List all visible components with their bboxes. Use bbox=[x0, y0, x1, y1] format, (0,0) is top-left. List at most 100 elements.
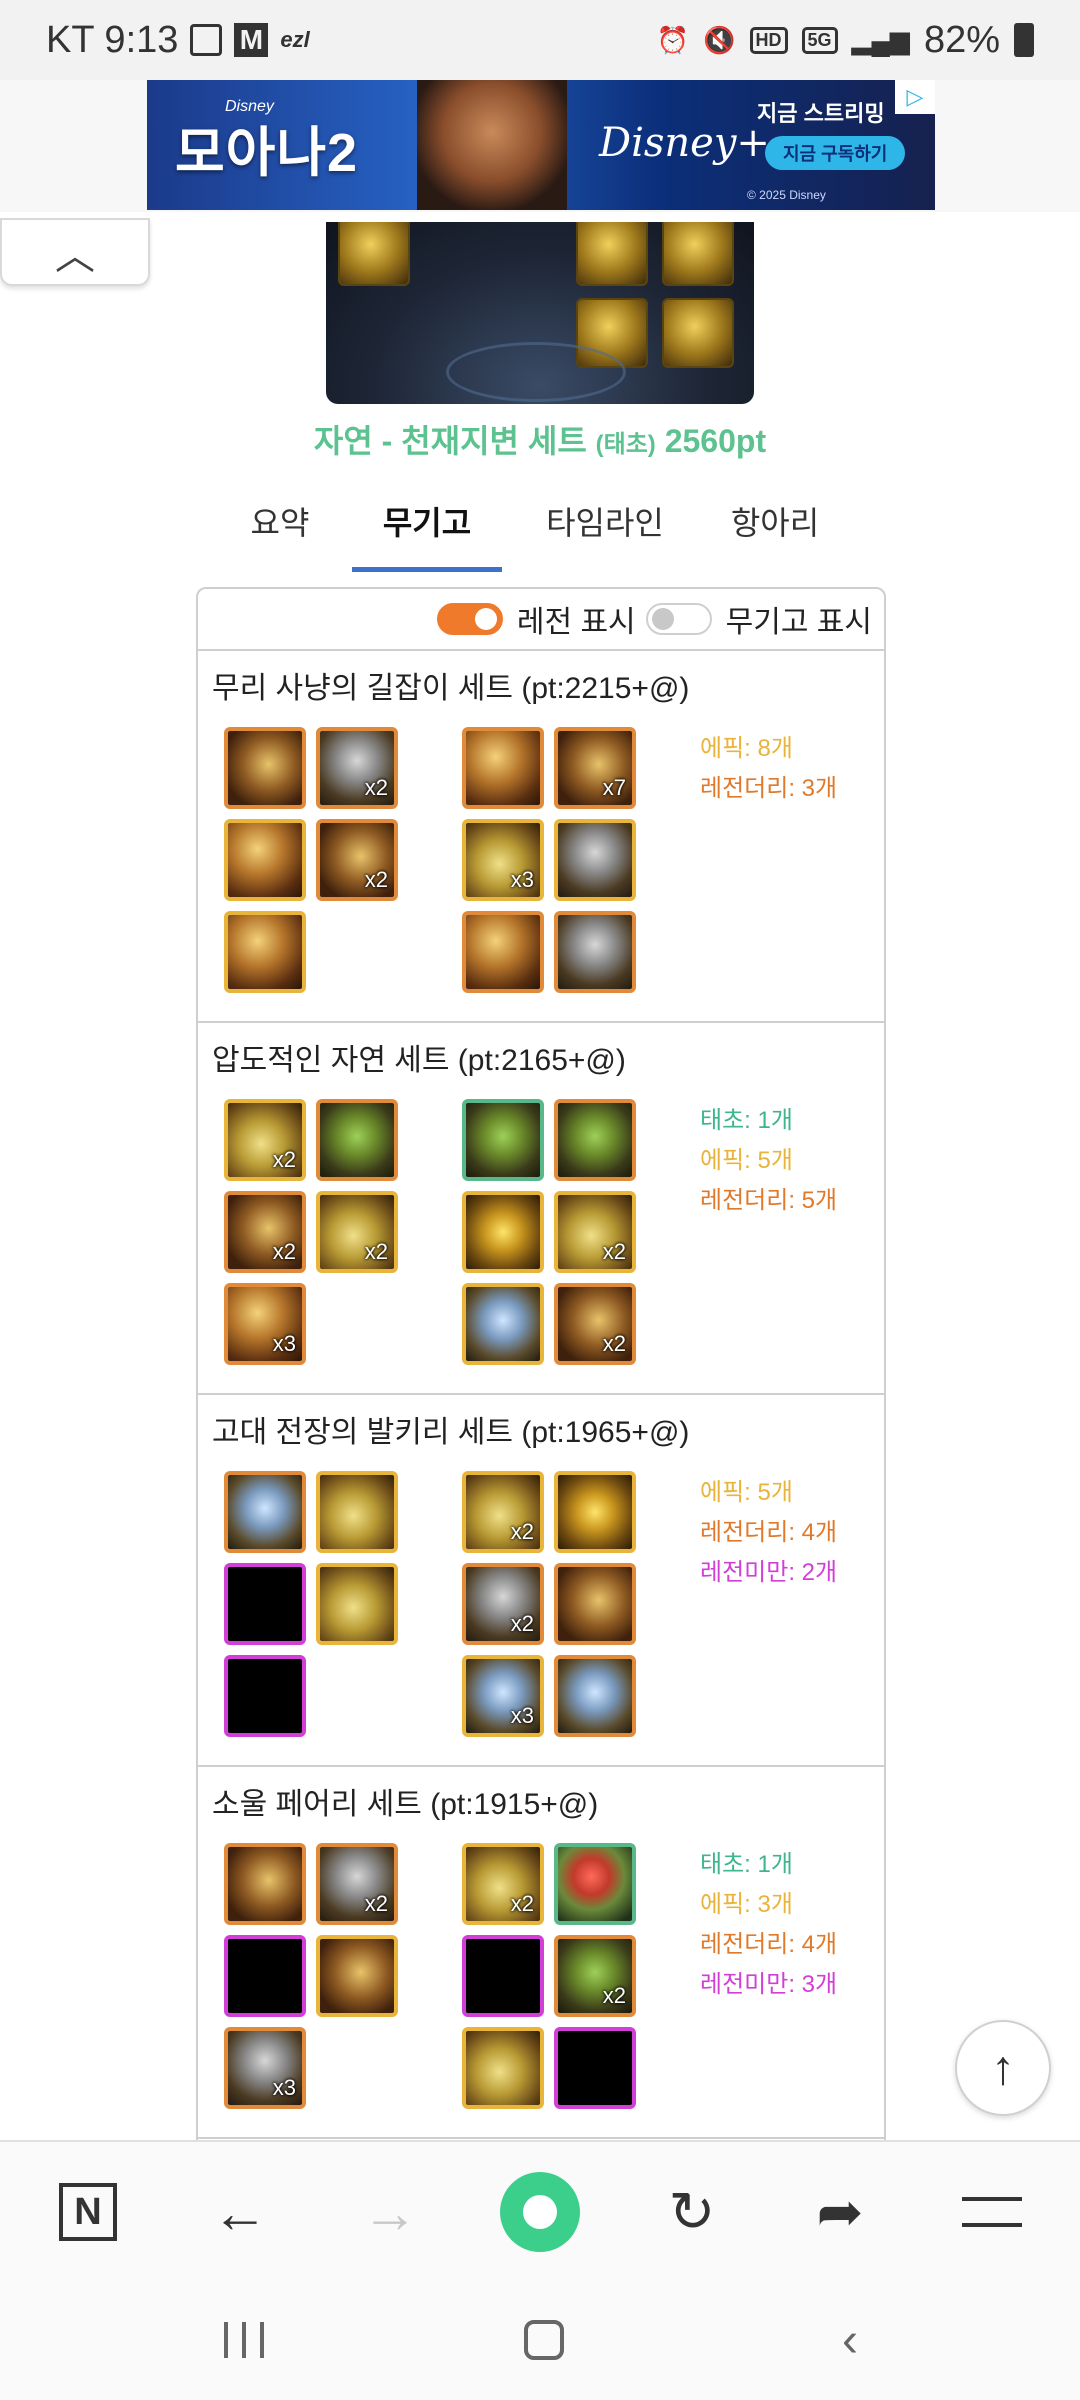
empty-item-slot[interactable] bbox=[462, 1935, 544, 2017]
green-dot-icon bbox=[500, 2172, 580, 2252]
empty-item-slot[interactable] bbox=[224, 1563, 306, 1645]
mute-icon: 🔇 bbox=[703, 24, 736, 55]
item-slot[interactable] bbox=[462, 1283, 544, 1365]
recent-apps-button[interactable] bbox=[204, 2305, 284, 2375]
item-icon bbox=[466, 2031, 540, 2105]
item-slot[interactable] bbox=[554, 911, 636, 993]
forward-button[interactable]: → bbox=[350, 2172, 430, 2252]
set-summary: 에픽: 8개 레전더리: 3개 bbox=[700, 729, 837, 809]
item-icon bbox=[558, 915, 632, 989]
item-slot[interactable]: x3 bbox=[462, 819, 544, 901]
set-section: 소울 페어리 세트 (pt:1915+@) x2 x3 x2 x2 태초: 1개 에픽: 3… bbox=[198, 1767, 884, 2139]
item-slot[interactable]: x2 bbox=[462, 1843, 544, 1925]
summary-epic: 에픽: 3개 bbox=[700, 1891, 793, 1918]
naver-home-button[interactable]: N bbox=[48, 2172, 128, 2252]
item-slot[interactable] bbox=[554, 1099, 636, 1181]
item-slot[interactable]: x2 bbox=[462, 1471, 544, 1553]
summary-legend: 레전더리: 4개 bbox=[700, 1519, 838, 1546]
home-button[interactable] bbox=[504, 2305, 584, 2375]
item-slot[interactable]: x2 bbox=[316, 727, 398, 809]
refresh-button[interactable]: ↻ bbox=[652, 2172, 732, 2252]
green-dot-button[interactable] bbox=[500, 2172, 580, 2252]
item-quantity: x2 bbox=[510, 1611, 534, 1636]
item-slot[interactable] bbox=[462, 727, 544, 809]
item-slot[interactable]: x2 bbox=[462, 1563, 544, 1645]
item-slot[interactable]: x2 bbox=[554, 1283, 636, 1365]
item-slot[interactable] bbox=[554, 1563, 636, 1645]
set-section: 무리 사냥의 길잡이 세트 (pt:2215+@) x2 x2 x7 x3 에픽: 8개 레… bbox=[198, 651, 884, 1023]
ad-title: 모아나2 bbox=[175, 123, 359, 183]
item-slot[interactable] bbox=[554, 819, 636, 901]
item-slot[interactable] bbox=[462, 2027, 544, 2109]
item-slot[interactable] bbox=[316, 1563, 398, 1645]
recent-apps-icon bbox=[224, 2322, 264, 2358]
network-icon: 5G bbox=[801, 26, 838, 54]
scroll-top-button[interactable]: ↑ bbox=[955, 2020, 1051, 2116]
empty-item-slot[interactable] bbox=[224, 1935, 306, 2017]
hd-icon: HD bbox=[749, 26, 788, 54]
item-quantity: x2 bbox=[364, 1239, 388, 1264]
item-slot[interactable] bbox=[554, 1843, 636, 1925]
item-slot[interactable]: x2 bbox=[316, 1843, 398, 1925]
item-icon bbox=[558, 1475, 632, 1549]
ad-choices-icon[interactable]: ▷ bbox=[895, 80, 935, 114]
legend-toggle[interactable] bbox=[436, 603, 503, 635]
signal-icon: ▂▄▆ bbox=[851, 24, 910, 55]
item-slot[interactable]: x3 bbox=[462, 1655, 544, 1737]
item-slot[interactable]: x2 bbox=[224, 1191, 306, 1273]
item-slot[interactable] bbox=[462, 911, 544, 993]
item-slot[interactable] bbox=[224, 1471, 306, 1553]
item-slot[interactable] bbox=[554, 1471, 636, 1553]
item-icon bbox=[228, 731, 302, 805]
item-icon bbox=[320, 1103, 394, 1177]
item-grid-right: x2 x2 bbox=[462, 1099, 636, 1365]
item-icon bbox=[228, 1847, 302, 1921]
ad-subscribe-button[interactable]: 지금 구독하기 bbox=[765, 136, 906, 170]
item-slot[interactable] bbox=[224, 911, 306, 993]
legend-toggle-label: 레전 표시 bbox=[516, 606, 636, 639]
item-slot[interactable]: x2 bbox=[316, 1191, 398, 1273]
item-slot[interactable]: x2 bbox=[554, 1191, 636, 1273]
menu-button[interactable] bbox=[952, 2172, 1032, 2252]
item-slot[interactable] bbox=[316, 1471, 398, 1553]
armory-toggle[interactable] bbox=[645, 603, 712, 635]
item-slot[interactable]: x2 bbox=[554, 1935, 636, 2017]
item-slot[interactable]: x2 bbox=[224, 1099, 306, 1181]
item-slot[interactable] bbox=[316, 1935, 398, 2017]
empty-item-slot[interactable] bbox=[554, 2027, 636, 2109]
ad-copyright: © 2025 Disney bbox=[747, 188, 826, 202]
item-slot[interactable] bbox=[316, 1099, 398, 1181]
collapse-button[interactable]: ︿ bbox=[0, 218, 150, 286]
tab-jar[interactable]: 항아리 bbox=[710, 498, 840, 572]
item-slot[interactable]: x7 bbox=[554, 727, 636, 809]
ad-banner[interactable]: Disney 모아나2 Disney+ 지금 스트리밍 지금 구독하기 © 20… bbox=[147, 80, 935, 210]
item-slot[interactable]: x3 bbox=[224, 1283, 306, 1365]
item-icon bbox=[320, 1939, 394, 2013]
item-slot[interactable]: x3 bbox=[224, 2027, 306, 2109]
item-quantity: x3 bbox=[272, 1331, 296, 1356]
hamburger-icon bbox=[962, 2197, 1022, 2227]
item-slot[interactable] bbox=[462, 1191, 544, 1273]
item-quantity: x2 bbox=[602, 1331, 626, 1356]
item-slot[interactable] bbox=[224, 819, 306, 901]
tab-armory[interactable]: 무기고 bbox=[352, 498, 502, 572]
tab-bar: 요약 무기고 타임라인 항아리 bbox=[0, 498, 1080, 572]
tab-timeline[interactable]: 타임라인 bbox=[530, 498, 680, 572]
item-slot[interactable] bbox=[554, 1655, 636, 1737]
summary-taecho: 태초: 1개 bbox=[700, 1851, 793, 1878]
item-slot[interactable] bbox=[224, 1843, 306, 1925]
system-back-button[interactable]: ‹ bbox=[810, 2305, 890, 2375]
share-button[interactable]: ➦ bbox=[800, 2172, 880, 2252]
hero-item bbox=[576, 222, 648, 286]
hero-item bbox=[662, 298, 734, 368]
ezl-icon: ezl bbox=[280, 27, 310, 52]
item-slot[interactable]: x2 bbox=[316, 819, 398, 901]
tab-summary[interactable]: 요약 bbox=[228, 498, 332, 572]
item-quantity: x2 bbox=[510, 1519, 534, 1544]
item-slot[interactable] bbox=[462, 1099, 544, 1181]
empty-item-slot[interactable] bbox=[224, 1655, 306, 1737]
back-button[interactable]: ← bbox=[200, 2172, 280, 2252]
hero-item bbox=[662, 222, 734, 286]
item-slot[interactable] bbox=[224, 727, 306, 809]
set-title: 자연 - 천재지변 세트 (태초) 2560pt bbox=[0, 416, 1080, 462]
